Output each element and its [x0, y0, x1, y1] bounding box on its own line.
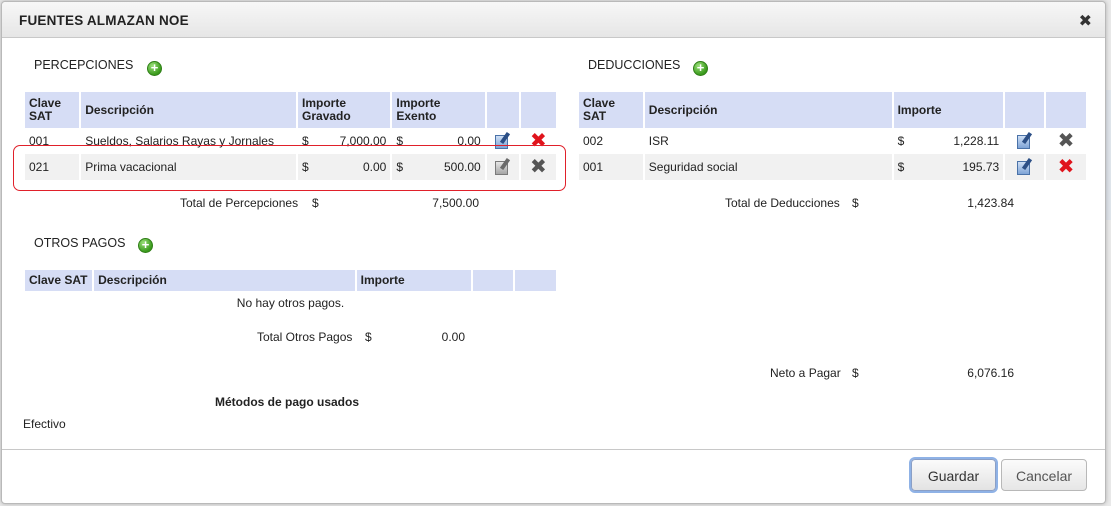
currency-sign: $ [852, 196, 859, 210]
otros-pagos-table: Clave SAT Descripción Importe No hay otr… [23, 270, 558, 315]
neto-value: 6,076.16 [967, 366, 1014, 380]
cell-descripcion: ISR [648, 134, 669, 148]
dialog-title: FUENTES ALMAZAN NOE [19, 13, 189, 28]
cell-descripcion: Sueldos, Salarios Rayas y Jornales [85, 134, 274, 148]
cell-importe: 1,228.11 [953, 134, 1000, 148]
currency-sign: $ [312, 196, 319, 210]
col-delete [520, 92, 556, 128]
close-icon[interactable]: ✖ [1079, 11, 1092, 31]
empty-message: No hay otros pagos. [236, 296, 345, 310]
col-importe-gravado: Importe Gravado [298, 92, 391, 128]
table-row: 001 Sueldos, Salarios Rayas y Jornales $… [25, 128, 556, 154]
col-delete [515, 270, 556, 291]
delete-icon[interactable]: ✖ [528, 131, 548, 151]
currency-sign: $ [852, 366, 859, 380]
footer-divider [2, 449, 1105, 450]
cell-clave: 001 [579, 154, 643, 180]
percepciones-label: PERCEPCIONES [34, 58, 134, 72]
col-descripcion: Descripción [94, 270, 355, 291]
table-row: 002 ISR $1,228.11 ✖ [579, 128, 1086, 154]
currency-sign: $ [302, 134, 309, 148]
total-otros-pagos-value: 0.00 [441, 330, 465, 344]
total-percepciones-value: 7,500.00 [432, 196, 479, 210]
col-descripcion: Descripción [81, 92, 297, 128]
col-importe: Importe [356, 270, 471, 291]
add-otro-pago-icon[interactable]: + [138, 238, 153, 253]
cell-clave: 021 [25, 154, 80, 180]
edit-icon[interactable] [1016, 131, 1034, 150]
edit-icon[interactable] [1016, 157, 1034, 176]
metodos-heading: Métodos de pago usados [215, 395, 360, 409]
col-delete [1046, 92, 1086, 128]
delete-icon[interactable]: ✖ [1056, 157, 1076, 177]
currency-sign: $ [365, 330, 372, 344]
currency-sign: $ [302, 160, 309, 174]
cell-descripcion: Seguridad social [644, 154, 892, 180]
total-percepciones-label: Total de Percepciones [180, 196, 299, 210]
percepciones-table: Clave SAT Descripción Importe Gravado Im… [23, 92, 558, 180]
currency-sign: $ [897, 134, 905, 148]
dialog-titlebar[interactable]: FUENTES ALMAZAN NOE ✖ [2, 2, 1105, 38]
metodo-pago-value: Efectivo [23, 417, 66, 431]
cell-exento: 0.00 [457, 134, 481, 148]
deducciones-label: DEDUCCIONES [588, 58, 681, 72]
otros-pagos-label: OTROS PAGOS [34, 236, 126, 250]
cancel-button[interactable]: Cancelar [1001, 459, 1087, 491]
col-edit [486, 92, 519, 128]
cell-exento: 500.00 [444, 160, 481, 174]
table-row: 001 Seguridad social $195.73 ✖ [579, 154, 1086, 180]
col-importe: Importe [893, 92, 1004, 128]
col-edit [472, 270, 514, 291]
total-otros-pagos-label: Total Otros Pagos [257, 330, 353, 344]
cell-clave: 001 [29, 134, 50, 148]
cell-descripcion: Prima vacacional [81, 154, 297, 180]
col-descripcion: Descripción [644, 92, 892, 128]
currency-sign: $ [897, 160, 905, 174]
save-button[interactable]: Guardar [911, 459, 996, 491]
neto-label: Neto a Pagar [770, 366, 841, 380]
currency-sign: $ [396, 134, 404, 148]
cell-clave: 002 [583, 134, 604, 148]
add-percepcion-icon[interactable]: + [147, 61, 162, 76]
col-clave-sat: Clave SAT [579, 92, 643, 128]
edit-icon[interactable] [494, 157, 512, 176]
col-importe-exento: Importe Exento [392, 92, 485, 128]
cell-gravado: 7,000.00 [339, 134, 387, 148]
dialog: FUENTES ALMAZAN NOE ✖ PERCEPCIONES + Cla… [1, 1, 1106, 504]
currency-sign: $ [396, 160, 404, 174]
edit-icon[interactable] [494, 131, 512, 150]
cell-gravado: 0.00 [363, 160, 387, 174]
add-deduccion-icon[interactable]: + [693, 61, 708, 76]
delete-icon[interactable]: ✖ [528, 157, 548, 177]
col-clave-sat: Clave SAT [25, 270, 93, 291]
delete-icon[interactable]: ✖ [1056, 131, 1076, 151]
total-deducciones-label: Total de Deducciones [725, 196, 840, 210]
col-edit [1005, 92, 1045, 128]
cell-importe: 195.73 [962, 160, 1000, 174]
table-row: 021 Prima vacacional $0.00 $500.00 ✖ [25, 154, 556, 180]
total-deducciones-value: 1,423.84 [967, 196, 1014, 210]
deducciones-table: Clave SAT Descripción Importe 002 ISR $1… [577, 92, 1088, 180]
col-clave-sat: Clave SAT [25, 92, 80, 128]
